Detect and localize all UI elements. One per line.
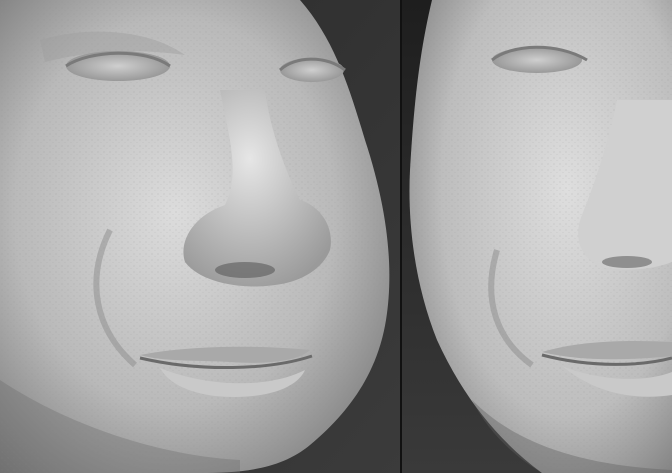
sculpt-render-canvas — [0, 0, 672, 473]
right-face-panel — [402, 0, 672, 473]
left-face-panel — [0, 0, 402, 473]
right-face-illustration — [402, 0, 672, 473]
left-nostril — [215, 262, 275, 278]
left-eye-left — [66, 51, 170, 81]
left-eye-right — [280, 58, 344, 82]
left-face-illustration — [0, 0, 402, 473]
right-nostril — [602, 256, 652, 268]
